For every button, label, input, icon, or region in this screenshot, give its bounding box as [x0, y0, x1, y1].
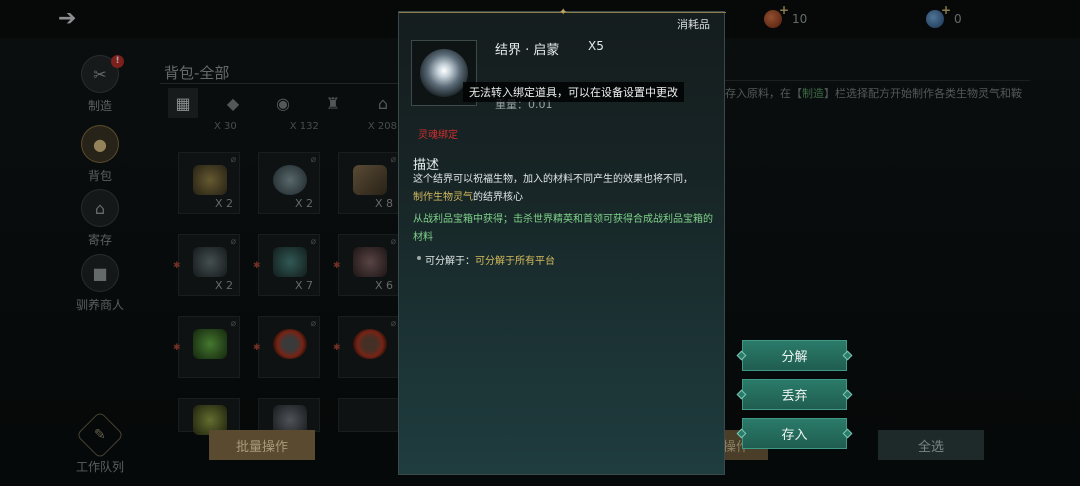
- discard-button[interactable]: 丢弃: [736, 379, 853, 410]
- barrier-item-icon: [420, 49, 468, 97]
- item-name: 结界 · 启蒙: [495, 43, 560, 58]
- item-category: 消耗品: [677, 18, 710, 31]
- description-text: 这个结界可以祝福生物，加入的材料不同产生的效果也将不同， 制作生物灵气的结界核心: [413, 174, 693, 203]
- ornament-icon: ✦: [559, 7, 568, 18]
- batch-operation-button[interactable]: 批量操作: [209, 430, 315, 460]
- bullet-icon: [417, 256, 421, 260]
- item-source-text: 从战利品宝箱中获得；击杀世界精英和首领可获得合成战利品宝箱的材料: [413, 214, 713, 243]
- select-all-button[interactable]: 全选: [878, 430, 984, 460]
- toast-message: 无法转入绑定道具，可以在设备设置中更改: [463, 82, 684, 102]
- soul-bind-tag: 灵魂绑定: [418, 130, 458, 141]
- decompose-info: 可分解于：可分解于所有平台: [417, 252, 555, 267]
- decompose-button[interactable]: 分解: [736, 340, 853, 371]
- item-detail-popup: ✦ 消耗品 结界 · 启蒙 X5 重量：0.01 无法转入绑定道具，可以在设备设…: [398, 7, 726, 475]
- deposit-button[interactable]: 存入: [736, 418, 853, 449]
- item-quantity: X5: [588, 39, 604, 53]
